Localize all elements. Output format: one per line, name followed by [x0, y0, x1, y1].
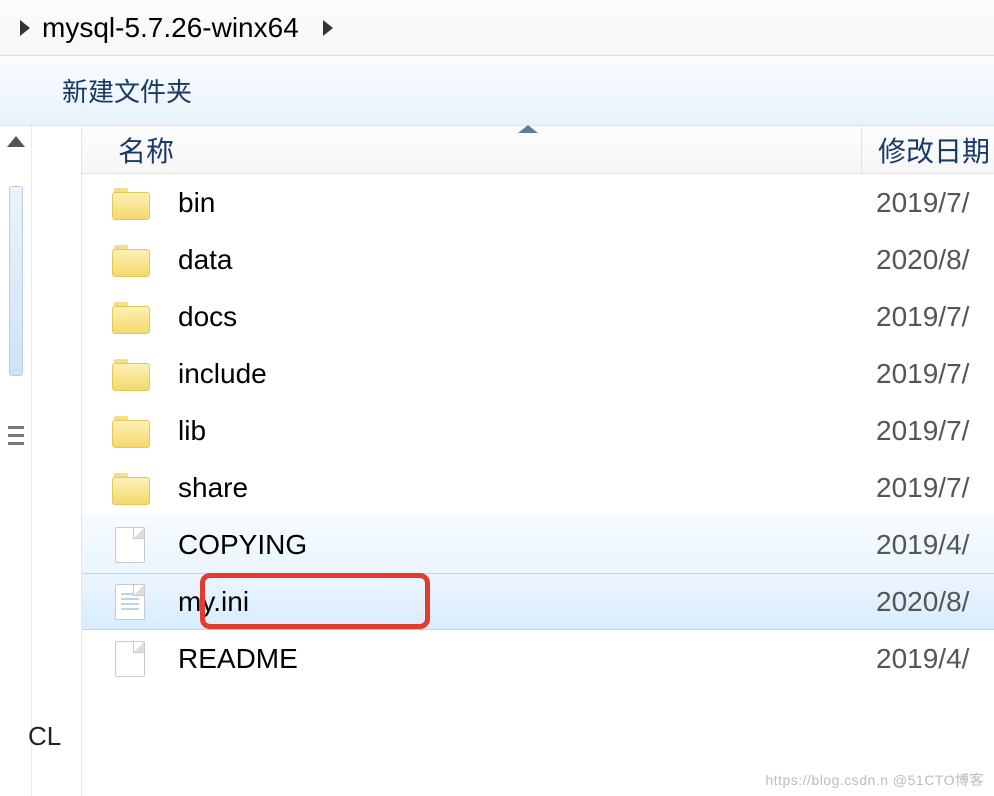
file-row[interactable]: share2019/7/: [82, 459, 994, 516]
file-date: 2020/8/: [860, 586, 994, 618]
file-rows: bin2019/7/data2020/8/docs2019/7/include2…: [82, 174, 994, 687]
file-icon: [115, 641, 145, 677]
tree-item-partial[interactable]: CL: [28, 721, 61, 752]
file-date: 2019/7/: [860, 301, 994, 333]
folder-icon: [112, 188, 148, 218]
scroll-up-icon[interactable]: [7, 136, 25, 147]
folder-icon: [112, 416, 148, 446]
file-list-pane: 名称 修改日期 bin2019/7/data2020/8/docs2019/7/…: [82, 126, 994, 796]
file-row[interactable]: data2020/8/: [82, 231, 994, 288]
folder-icon: [112, 359, 148, 389]
file-row[interactable]: include2019/7/: [82, 345, 994, 402]
file-name: share: [178, 472, 860, 504]
chevron-right-icon: [20, 20, 30, 36]
file-date: 2020/8/: [860, 244, 994, 276]
file-row[interactable]: COPYING2019/4/: [82, 516, 994, 573]
watermark: https://blog.csdn.n @51CTO博客: [765, 770, 984, 790]
chevron-right-icon[interactable]: [323, 20, 333, 36]
folder-icon: [112, 245, 148, 275]
new-folder-button[interactable]: 新建文件夹: [62, 72, 192, 109]
file-row[interactable]: lib2019/7/: [82, 402, 994, 459]
file-date: 2019/7/: [860, 358, 994, 390]
column-headers: 名称 修改日期: [82, 126, 994, 174]
main-area: CL 名称 修改日期 bin2019/7/data2020/8/docs2019…: [0, 126, 994, 796]
file-row[interactable]: docs2019/7/: [82, 288, 994, 345]
file-name: data: [178, 244, 860, 276]
scroll-grip-icon: [8, 426, 24, 445]
breadcrumb-current[interactable]: mysql-5.7.26-winx64: [42, 12, 299, 44]
file-name: README: [178, 643, 860, 675]
file-date: 2019/7/: [860, 472, 994, 504]
tree-pane: CL: [32, 126, 82, 796]
folder-icon: [112, 302, 148, 332]
file-name: bin: [178, 187, 860, 219]
file-name: my.ini: [178, 586, 860, 618]
file-row[interactable]: bin2019/7/: [82, 174, 994, 231]
folder-icon: [112, 473, 148, 503]
sort-ascending-icon: [518, 125, 538, 133]
file-name: lib: [178, 415, 860, 447]
tree-scrollbar[interactable]: [0, 126, 32, 796]
file-date: 2019/4/: [860, 643, 994, 675]
file-row[interactable]: my.ini2020/8/: [82, 573, 994, 630]
file-name: docs: [178, 301, 860, 333]
scroll-thumb[interactable]: [9, 186, 23, 376]
file-row[interactable]: README2019/4/: [82, 630, 994, 687]
breadcrumb[interactable]: mysql-5.7.26-winx64: [0, 0, 994, 56]
column-modified[interactable]: 修改日期: [862, 130, 994, 170]
toolbar: 新建文件夹: [0, 56, 994, 126]
column-name[interactable]: 名称: [82, 126, 862, 173]
file-date: 2019/7/: [860, 415, 994, 447]
file-date: 2019/4/: [860, 529, 994, 561]
file-icon: [115, 527, 145, 563]
file-date: 2019/7/: [860, 187, 994, 219]
file-name: COPYING: [178, 529, 860, 561]
file-name: include: [178, 358, 860, 390]
ini-file-icon: [115, 584, 145, 620]
